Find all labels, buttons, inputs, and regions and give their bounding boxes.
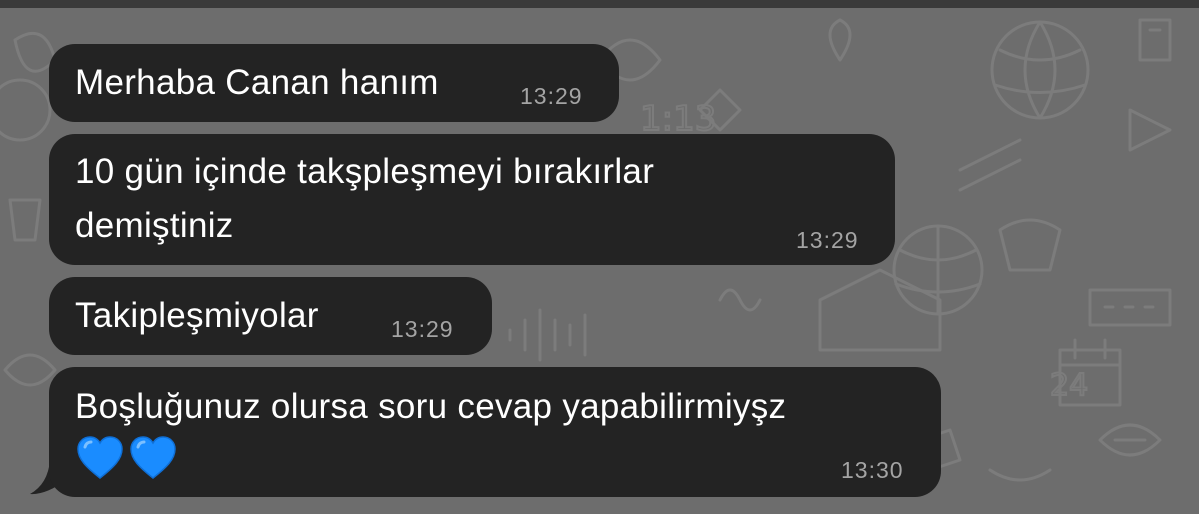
blue-heart-icon — [77, 436, 123, 479]
message-bubble[interactable]: Takipleşmiyolar 13:29 — [49, 277, 492, 355]
message-bubble[interactable]: Boşluğunuz olursa soru cevap yapabilirmi… — [49, 367, 941, 497]
message-time: 13:29 — [796, 227, 859, 253]
message-text: Boşluğunuz olursa soru cevap yapabilirmi… — [75, 387, 787, 426]
message-bubble[interactable]: 10 gün içinde takşpleşmeyi bırakırlar de… — [49, 134, 895, 265]
svg-text:24: 24 — [1050, 368, 1088, 403]
message-text: Takipleşmiyolar — [75, 296, 319, 335]
message-time: 13:29 — [391, 316, 454, 342]
svg-text:1:13: 1:13 — [640, 99, 716, 139]
message-time: 13:29 — [520, 83, 583, 109]
blue-heart-icon — [130, 436, 176, 479]
message-bubble[interactable]: Merhaba Canan hanım 13:29 — [49, 44, 619, 122]
message-text: Merhaba Canan hanım — [75, 63, 439, 102]
message-time: 13:30 — [841, 457, 904, 483]
message-text: demiştiniz — [75, 206, 234, 245]
message-text: 10 gün içinde takşpleşmeyi bırakırlar — [75, 152, 655, 191]
top-edge — [0, 0, 1199, 8]
